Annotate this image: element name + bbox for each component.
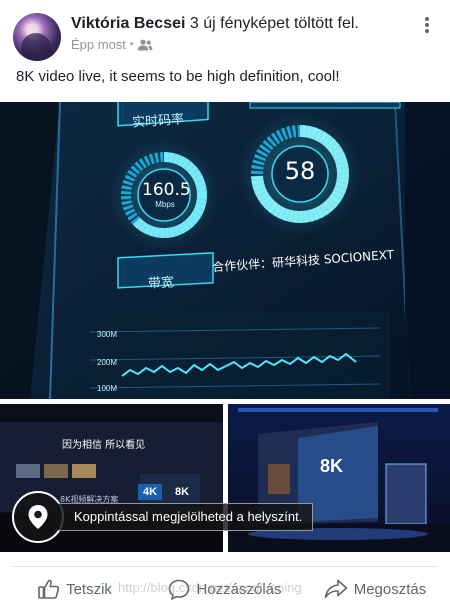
comment-label: Hozzászólás bbox=[196, 580, 282, 598]
post-meta: Épp most • bbox=[71, 37, 153, 52]
gauge-left-value: 160.5 bbox=[142, 180, 191, 200]
y-axis-label: 100M bbox=[97, 384, 118, 393]
share-icon bbox=[324, 579, 348, 599]
share-label: Megosztás bbox=[353, 580, 427, 598]
gauge-left-unit: Mbps bbox=[155, 200, 175, 209]
post-timestamp[interactable]: Épp most bbox=[71, 37, 126, 52]
panel-bottom-label: 带宽 bbox=[147, 275, 175, 292]
photo-main[interactable]: 实时码率 160.5 Mbps 58 带宽 合作伙伴：研华科技 SOCIONEX… bbox=[0, 102, 450, 399]
like-button[interactable]: Tetszik bbox=[0, 572, 150, 606]
location-tag-prompt[interactable]: Koppintással megjelölheted a helyszínt. bbox=[12, 491, 357, 543]
stage-8k-text: 8K bbox=[320, 456, 344, 476]
map-pin-icon bbox=[28, 505, 48, 529]
left-photo-headline: 因为相信 所以看见 bbox=[62, 440, 146, 451]
location-pin-button[interactable] bbox=[12, 491, 64, 543]
meta-separator: • bbox=[129, 39, 134, 50]
share-button[interactable]: Megosztás bbox=[300, 572, 450, 606]
post-action-text: 3 új fényképet töltött fel. bbox=[185, 15, 359, 32]
thumbs-up-icon bbox=[38, 579, 60, 599]
y-axis-label: 300M bbox=[97, 330, 118, 339]
comment-icon bbox=[169, 579, 190, 600]
author-name[interactable]: Viktória Becsei bbox=[71, 15, 185, 32]
location-tag-label[interactable]: Koppintással megjelölheted a helyszínt. bbox=[58, 503, 314, 531]
post-header: Viktória Becsei 3 új fényképet töltött f… bbox=[0, 0, 450, 62]
comment-button[interactable]: Hozzászólás bbox=[150, 572, 300, 606]
friends-icon[interactable] bbox=[137, 39, 153, 51]
author-line: Viktória Becsei 3 új fényképet töltött f… bbox=[71, 14, 411, 34]
author-avatar[interactable] bbox=[13, 13, 61, 61]
like-label: Tetszik bbox=[66, 580, 112, 598]
gauge-right-value: 58 bbox=[284, 157, 316, 185]
more-options-icon[interactable] bbox=[418, 16, 436, 34]
panel-top-label: 实时码率 bbox=[131, 112, 185, 131]
action-divider bbox=[12, 566, 438, 567]
y-axis-label: 200M bbox=[97, 358, 118, 367]
action-bar: Tetszik Hozzászólás Megosztás bbox=[0, 572, 450, 606]
post-text: 8K video live, it seems to be high defin… bbox=[16, 68, 340, 85]
